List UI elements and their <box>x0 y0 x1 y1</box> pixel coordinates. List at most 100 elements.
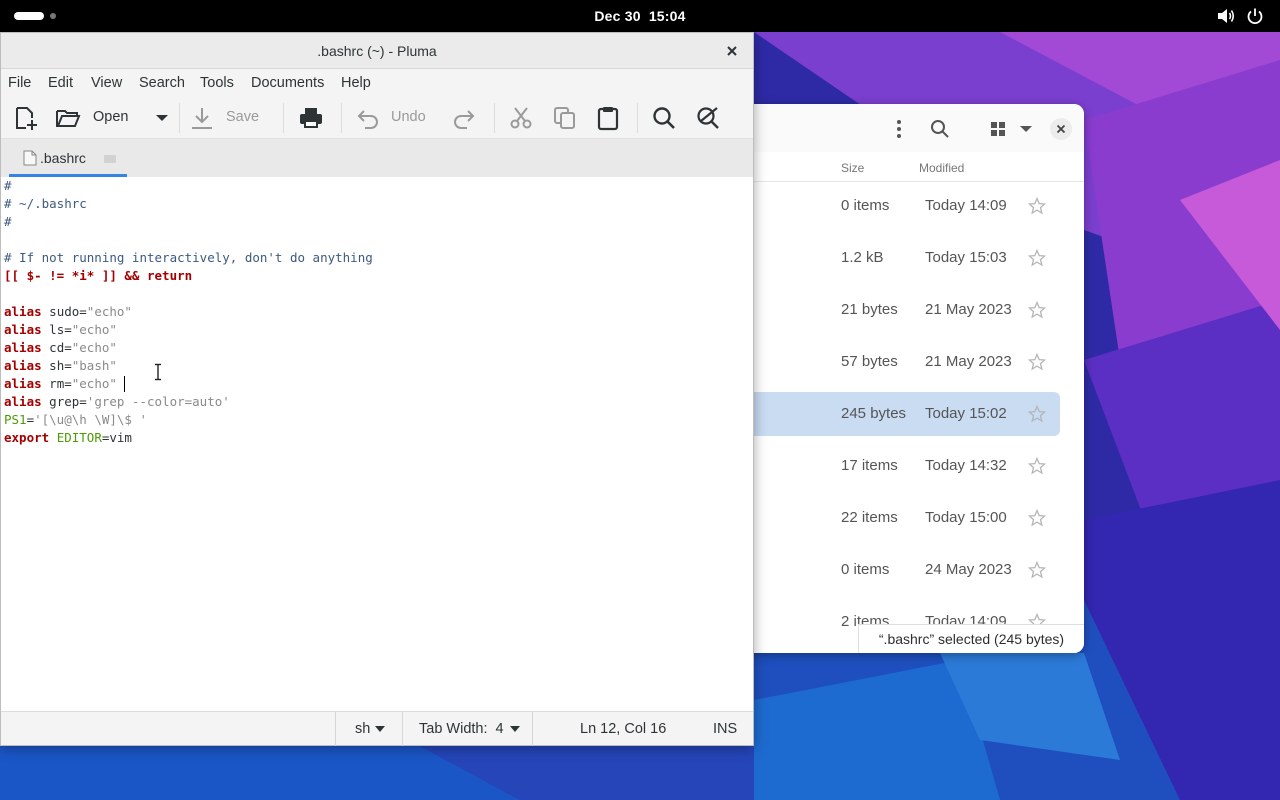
file-modified: Today 14:09 <box>925 197 1007 214</box>
workspace-indicator-active <box>14 12 44 20</box>
file-row[interactable]: 57 bytes 21 May 2023 <box>740 340 1084 384</box>
toolbar-separator <box>637 103 638 133</box>
clock[interactable]: Dec 30 15:04 <box>560 0 720 32</box>
open-button[interactable] <box>55 105 81 131</box>
modified-column-header[interactable]: Modified <box>919 161 964 175</box>
star-icon[interactable] <box>1028 249 1046 267</box>
file-modified: 21 May 2023 <box>925 301 1012 318</box>
new-document-icon <box>16 107 37 130</box>
star-icon[interactable] <box>1028 353 1046 371</box>
star-icon[interactable] <box>1028 301 1046 319</box>
star-icon[interactable] <box>1028 509 1046 527</box>
close-icon[interactable] <box>723 42 741 60</box>
editor-line: alias sh="bash" <box>4 358 117 373</box>
files-headerbar <box>740 104 1084 152</box>
clock-date: Dec 30 <box>594 8 641 24</box>
undo-button[interactable] <box>355 105 381 131</box>
file-size: 17 items <box>841 457 898 474</box>
file-size: 245 bytes <box>841 405 907 422</box>
file-row[interactable]: 22 items Today 15:00 <box>740 496 1084 540</box>
toolbar-separator <box>494 103 495 133</box>
scissors-icon <box>510 107 532 129</box>
menu-file[interactable]: File <box>8 75 31 91</box>
file-row[interactable]: 245 bytes Today 15:02 <box>740 392 1060 436</box>
file-row[interactable]: 0 items 24 May 2023 <box>740 548 1084 592</box>
undo-label[interactable]: Undo <box>391 109 426 125</box>
language-selector[interactable]: sh <box>335 712 399 746</box>
top-bar: Dec 30 15:04 <box>0 0 1280 32</box>
tab-width-selector[interactable]: Tab Width: 4 <box>402 712 533 746</box>
open-recent-chevron-down-icon[interactable] <box>153 111 171 125</box>
status-bar: sh Tab Width: 4 Ln 12, Col 16 INS <box>1 711 753 746</box>
menu-tools[interactable]: Tools <box>200 75 234 91</box>
find-replace-button[interactable] <box>695 105 721 131</box>
new-document-button[interactable] <box>13 105 39 131</box>
print-button[interactable] <box>298 105 324 131</box>
menu-view[interactable]: View <box>91 75 122 91</box>
power-icon[interactable] <box>1246 7 1264 25</box>
files-column-header: Size Modified <box>740 152 1084 182</box>
activities-button[interactable] <box>14 10 60 22</box>
menu-documents[interactable]: Documents <box>251 75 324 91</box>
editor-line: # <box>4 214 12 229</box>
grid-view-icon[interactable] <box>985 116 1011 142</box>
copy-button[interactable] <box>552 105 578 131</box>
file-size: 0 items <box>841 561 890 578</box>
folder-open-icon <box>56 110 81 127</box>
toolbar-separator <box>341 103 342 133</box>
save-button[interactable] <box>189 105 215 131</box>
window-title: .bashrc (~) - Pluma <box>317 43 437 59</box>
file-modified: 24 May 2023 <box>925 561 1012 578</box>
copy-icon <box>554 107 575 129</box>
star-icon[interactable] <box>1028 457 1046 475</box>
close-icon[interactable] <box>1048 116 1074 142</box>
editor-line: alias grep='grep --color=auto' <box>4 394 230 409</box>
titlebar[interactable]: .bashrc (~) - Pluma <box>1 33 753 69</box>
find-button[interactable] <box>651 105 677 131</box>
text-caret <box>124 376 125 392</box>
size-column-header[interactable]: Size <box>841 161 864 175</box>
redo-button[interactable] <box>451 105 477 131</box>
editor-line: # <box>4 178 12 193</box>
file-row[interactable]: 0 items Today 14:09 <box>740 184 1084 228</box>
file-size: 0 items <box>841 197 890 214</box>
search-icon[interactable] <box>927 116 953 142</box>
file-modified: Today 15:03 <box>925 249 1007 266</box>
tab-close-icon[interactable] <box>103 154 117 164</box>
editor-line: export EDITOR=vim <box>4 430 132 445</box>
toolbar-separator <box>283 103 284 133</box>
document-tab-label: .bashrc <box>40 150 86 166</box>
editor-line: alias sudo="echo" <box>4 304 132 319</box>
paste-button[interactable] <box>595 105 621 131</box>
file-row[interactable]: 1.2 kB Today 15:03 <box>740 236 1084 280</box>
text-editor[interactable]: # # ~/.bashrc # # If not running interac… <box>1 177 753 709</box>
redo-icon <box>454 110 475 129</box>
save-label[interactable]: Save <box>226 109 259 125</box>
menubar: File Edit View Search Tools Documents He… <box>1 69 753 97</box>
cut-button[interactable] <box>508 105 534 131</box>
document-tab[interactable]: .bashrc <box>9 139 127 177</box>
menu-help[interactable]: Help <box>341 75 371 91</box>
more-options-icon[interactable] <box>886 116 912 142</box>
editor-line: alias cd="echo" <box>4 340 117 355</box>
editor-line: alias rm="echo" <box>4 376 117 391</box>
menu-edit[interactable]: Edit <box>48 75 73 91</box>
file-row[interactable]: 17 items Today 14:32 <box>740 444 1084 488</box>
file-size: 57 bytes <box>841 353 898 370</box>
file-row[interactable]: 21 bytes 21 May 2023 <box>740 288 1084 332</box>
editor-line: alias ls="echo" <box>4 322 117 337</box>
star-icon[interactable] <box>1028 561 1046 579</box>
open-label[interactable]: Open <box>93 109 128 125</box>
file-size: 1.2 kB <box>841 249 884 266</box>
chevron-down-icon <box>375 726 385 732</box>
view-options-chevron-down-icon[interactable] <box>1013 116 1039 142</box>
menu-search[interactable]: Search <box>139 75 185 91</box>
printer-icon <box>300 108 322 128</box>
file-modified: 21 May 2023 <box>925 353 1012 370</box>
toolbar-separator <box>179 103 180 133</box>
star-icon[interactable] <box>1028 197 1046 215</box>
file-modified: Today 15:00 <box>925 509 1007 526</box>
editor-line: # If not running interactively, don't do… <box>4 250 373 265</box>
volume-icon[interactable] <box>1216 7 1236 25</box>
star-icon[interactable] <box>1028 405 1046 423</box>
